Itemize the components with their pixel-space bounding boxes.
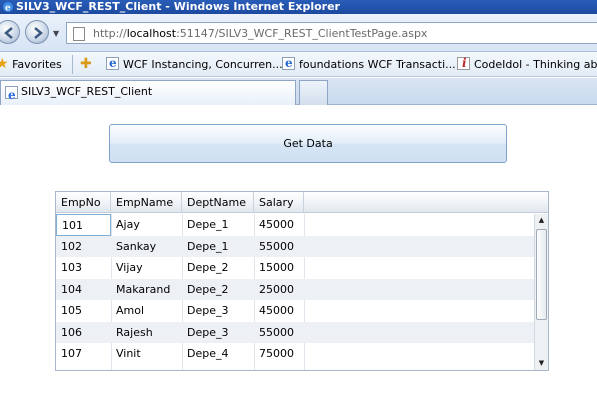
grid-cell-salary[interactable]: 25000 <box>254 279 294 301</box>
window-titlebar: e SILV3_WCF_REST_Client - Windows Intern… <box>0 0 597 14</box>
favorites-button[interactable]: ★ Favorites <box>0 56 62 73</box>
back-arrow-icon <box>4 27 13 39</box>
add-favorite-button[interactable]: ✚ <box>80 56 92 73</box>
grid-cell-deptname[interactable]: Depe_1 <box>182 236 229 258</box>
column-header-empno[interactable]: EmpNo <box>56 192 111 213</box>
divider <box>72 55 73 74</box>
grid-cell-deptname[interactable]: Depe_1 <box>182 214 229 236</box>
favorite-link-wcf-transactions[interactable]: foundations WCF Transacti... <box>282 55 456 73</box>
grid-cell-deptname[interactable]: Depe_3 <box>182 300 229 322</box>
tab-bar: SILV3_WCF_REST_Client <box>0 78 597 106</box>
ie-page-icon <box>106 55 119 72</box>
vertical-scrollbar[interactable]: ▲ ▼ <box>534 214 548 370</box>
grid-cell-empname[interactable]: Sankay <box>111 236 156 258</box>
grid-cell-deptname[interactable]: Depe_2 <box>182 257 229 279</box>
table-row[interactable]: 101 Ajay Depe_1 45000 <box>56 214 535 236</box>
address-bar[interactable]: http://localhost:51147/SILV3_WCF_REST_Cl… <box>66 22 597 44</box>
grid-cell-empname[interactable]: Ajay <box>111 214 140 236</box>
codeidol-icon <box>457 55 470 72</box>
table-row[interactable]: 102 Sankay Depe_1 55000 <box>56 235 535 258</box>
grid-header: EmpNo EmpName DeptName Salary <box>56 192 548 213</box>
scroll-down-icon[interactable]: ▼ <box>535 357 548 370</box>
navigation-bar: ▼ http://localhost:51147/SILV3_WCF_REST_… <box>0 14 597 52</box>
window-title: SILV3_WCF_REST_Client - Windows Internet… <box>16 0 340 13</box>
grid-cell-empno[interactable]: 106 <box>56 322 82 344</box>
column-header-salary[interactable]: Salary <box>254 192 304 213</box>
table-row[interactable]: 104 Makarand Depe_2 25000 <box>56 278 535 301</box>
grid-cell-deptname[interactable]: Depe_2 <box>182 279 229 301</box>
scrollbar-thumb[interactable] <box>536 229 547 320</box>
forward-button[interactable] <box>25 20 49 44</box>
grid-cell-salary[interactable]: 55000 <box>254 236 294 258</box>
grid-cell-empno[interactable]: 105 <box>56 300 82 322</box>
grid-cell-empno[interactable]: 107 <box>56 343 82 365</box>
grid-cell-empname[interactable]: Vinit <box>111 343 141 365</box>
favorites-star-icon: ★ <box>0 56 9 72</box>
add-to-favorites-icon: ✚ <box>80 56 92 72</box>
grid-cell-salary[interactable]: 15000 <box>254 257 294 279</box>
new-tab-button[interactable] <box>299 80 328 105</box>
grid-cell-deptname[interactable]: Depe_3 <box>182 322 229 344</box>
grid-cell-salary[interactable]: 45000 <box>254 214 294 236</box>
grid-cell-deptname[interactable]: Depe_4 <box>182 343 229 365</box>
back-button[interactable] <box>0 20 20 44</box>
grid-cell-empname[interactable]: Vijay <box>111 257 143 279</box>
tab-silv3-wcf-rest-client[interactable]: SILV3_WCF_REST_Client <box>0 80 296 106</box>
grid-cell-empno[interactable]: 103 <box>56 257 82 279</box>
grid-cell-salary[interactable]: 55000 <box>254 322 294 344</box>
grid-cell-salary[interactable]: 45000 <box>254 300 294 322</box>
column-header-deptname[interactable]: DeptName <box>182 192 254 213</box>
page-icon <box>73 27 85 41</box>
grid-cell-salary[interactable]: 75000 <box>254 343 294 365</box>
grid-cell-empname[interactable]: Makarand <box>111 279 170 301</box>
favorite-link-codeidol[interactable]: CodeIdol - Thinking about <box>457 55 597 73</box>
ie-page-icon <box>282 55 295 72</box>
ie-page-icon <box>5 84 18 106</box>
scroll-up-icon[interactable]: ▲ <box>535 214 548 227</box>
table-row[interactable]: 106 Rajesh Depe_3 55000 <box>56 321 535 344</box>
table-row[interactable]: 105 Amol Depe_3 45000 <box>56 300 535 322</box>
grid-cell-empno[interactable]: 104 <box>56 279 82 301</box>
grid-cell-empno[interactable]: 101 <box>56 214 111 236</box>
favorites-bar: ★ Favorites ✚ WCF Instancing, Concurren.… <box>0 52 597 77</box>
column-header-empname[interactable]: EmpName <box>111 192 182 213</box>
address-url[interactable]: http://localhost:51147/SILV3_WCF_REST_Cl… <box>93 27 427 40</box>
grid-rows: 101 Ajay Depe_1 45000 102 Sankay Depe_1 … <box>56 214 535 365</box>
grid-cell-empname[interactable]: Amol <box>111 300 144 322</box>
ie-logo-icon: e <box>3 2 13 14</box>
employee-datagrid: EmpNo EmpName DeptName Salary 101 Ajay D… <box>55 191 549 371</box>
grid-cell-empno[interactable]: 102 <box>56 236 82 258</box>
table-row[interactable]: 107 Vinit Depe_4 75000 <box>56 343 535 365</box>
favorite-link-wcf-instancing[interactable]: WCF Instancing, Concurren... <box>106 55 283 73</box>
svg-text:e: e <box>5 4 11 14</box>
get-data-button[interactable]: Get Data <box>109 124 507 163</box>
history-dropdown-icon[interactable]: ▼ <box>53 29 59 38</box>
table-row[interactable]: 103 Vijay Depe_2 15000 <box>56 257 535 279</box>
forward-arrow-icon <box>34 27 43 39</box>
grid-cell-empname[interactable]: Rajesh <box>111 322 153 344</box>
